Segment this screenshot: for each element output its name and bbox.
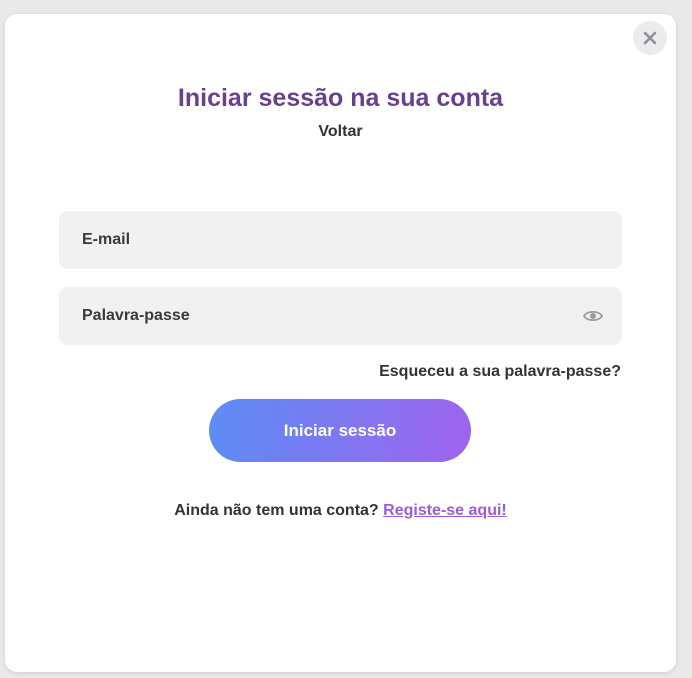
close-icon [643, 31, 657, 45]
email-field[interactable] [59, 211, 622, 269]
close-button[interactable] [633, 21, 667, 55]
email-input[interactable] [82, 211, 622, 269]
back-link[interactable]: Voltar [318, 123, 362, 140]
login-modal: Iniciar sessão na sua conta Voltar Esque… [5, 14, 676, 672]
password-input[interactable] [82, 287, 562, 345]
signup-prompt: Ainda não tem uma conta? Registe-se aqui… [5, 502, 676, 520]
password-field[interactable] [59, 287, 622, 345]
signup-prompt-text: Ainda não tem uma conta? [174, 502, 379, 519]
toggle-password-visibility-button[interactable] [582, 306, 604, 326]
modal-title: Iniciar sessão na sua conta [177, 84, 504, 112]
login-submit-button[interactable]: Iniciar sessão [209, 399, 471, 462]
signup-link[interactable]: Registe-se aqui! [383, 502, 507, 519]
back-link-row: Voltar [5, 123, 676, 141]
forgot-password-link[interactable]: Esqueceu a sua palavra-passe? [379, 363, 621, 381]
eye-icon [583, 310, 603, 322]
